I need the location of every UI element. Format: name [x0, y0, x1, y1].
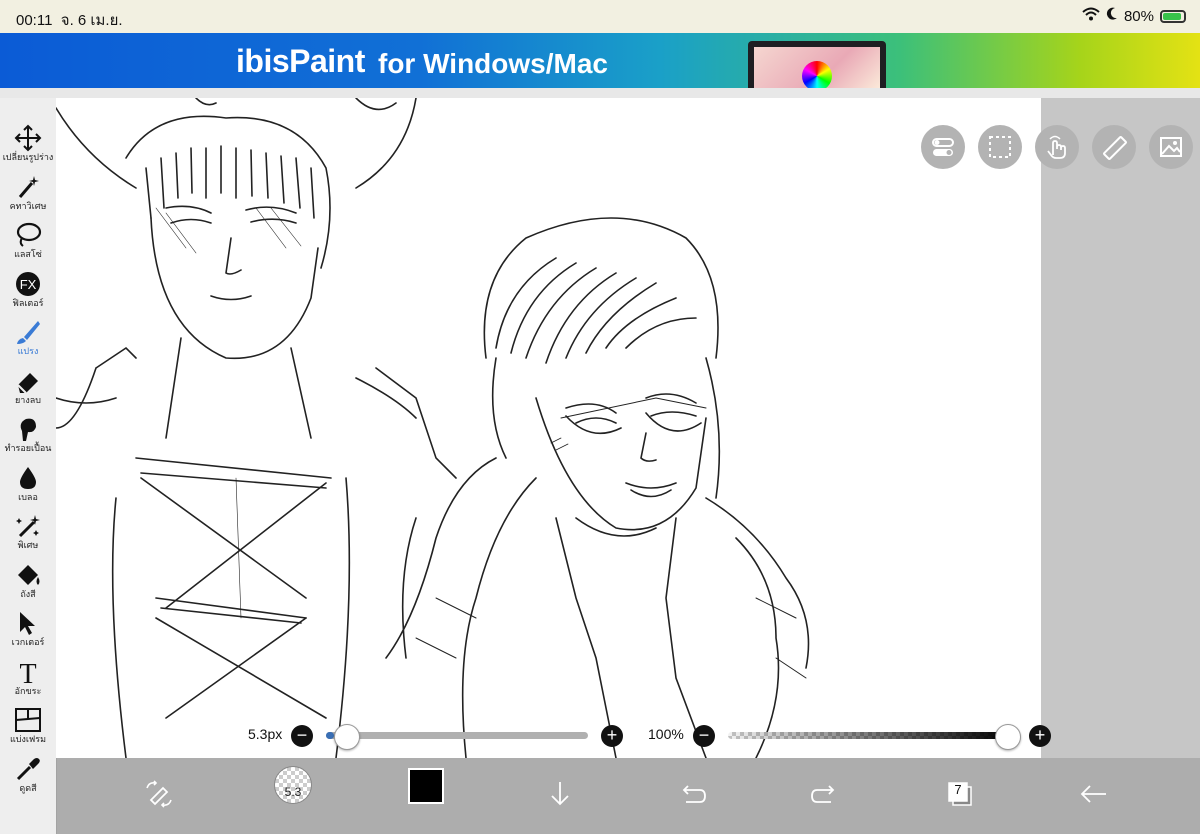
reference-image-button[interactable] — [1149, 125, 1193, 169]
tool-eyedropper[interactable]: ดูดสี — [0, 749, 56, 797]
status-bar: 00:11 จ. 6 เม.ย. 80% — [0, 0, 1200, 33]
tool-label: ทำรอยเปื้อน — [4, 443, 52, 453]
undo-icon — [682, 785, 706, 803]
opacity-decrease-button[interactable]: − — [693, 725, 715, 747]
undo-button[interactable] — [672, 774, 712, 814]
arrow-down-icon — [551, 782, 569, 806]
banner-logo: ibisPaint — [236, 43, 365, 79]
brush-icon — [13, 318, 43, 346]
wifi-icon — [1082, 7, 1100, 25]
blur-drop-icon — [13, 464, 43, 492]
tool-magic-wand[interactable]: คทาวิเศษ — [0, 167, 56, 215]
opacity-increase-button[interactable]: + — [1029, 725, 1051, 747]
tool-label: ฟิลเตอร์ — [12, 297, 44, 308]
tool-label: ดูดสี — [19, 782, 37, 793]
brush-preview-button[interactable]: 5.3 — [274, 766, 312, 804]
tool-label: ถังสี — [20, 588, 36, 599]
banner-promo-image — [748, 41, 886, 88]
eraser-icon — [13, 367, 43, 395]
redo-button[interactable] — [805, 774, 845, 814]
status-time: 00:11 จ. 6 เม.ย. — [16, 12, 123, 29]
toggle-icon — [932, 138, 954, 156]
svg-text:FX: FX — [20, 277, 37, 292]
brush-preview-value: 5.3 — [284, 785, 302, 799]
moon-icon — [1106, 7, 1118, 25]
hand-touch-icon — [1047, 135, 1066, 159]
svg-text:T: T — [19, 659, 36, 686]
import-button[interactable] — [540, 774, 580, 814]
tool-brush[interactable]: แปรง — [0, 312, 56, 360]
arrow-left-icon — [1080, 785, 1106, 803]
tool-label: คทาวิเศษ — [9, 200, 47, 211]
toggle-settings-button[interactable] — [921, 125, 965, 169]
magic-wand-icon — [13, 173, 43, 201]
tool-label: ยางลบ — [15, 394, 41, 405]
lasso-icon — [13, 221, 43, 249]
sparkle-icon — [13, 512, 43, 540]
tool-fx[interactable]: FX ฟิลเตอร์ — [0, 264, 56, 312]
brush-eraser-swap-icon — [146, 780, 172, 808]
layer-count: 7 — [954, 782, 962, 797]
paint-bucket-icon — [13, 561, 43, 589]
ruler-icon — [1103, 136, 1127, 160]
tool-label: เปลี่ยนรูปร่าง — [2, 152, 54, 162]
tool-lasso[interactable]: แลสโซ่ — [0, 215, 56, 263]
tool-label: เบลอ — [18, 491, 38, 502]
opacity-track[interactable] — [728, 732, 1013, 739]
image-icon — [1160, 137, 1182, 157]
text-icon: T — [13, 658, 43, 690]
tool-label: แลสโซ่ — [14, 249, 42, 259]
tool-vector-cursor[interactable]: เวกเตอร์ — [0, 603, 56, 651]
layers-button[interactable]: 7 — [939, 774, 979, 814]
tool-label: พิเศษ — [17, 540, 39, 550]
smudge-icon — [13, 415, 43, 443]
ad-banner[interactable]: ibisPaint for Windows/Mac — [0, 33, 1200, 88]
tool-eraser[interactable]: ยางลบ — [0, 361, 56, 409]
swap-brush-eraser-button[interactable] — [139, 774, 179, 814]
banner-tagline: for Windows/Mac — [378, 48, 608, 79]
ruler-button[interactable] — [1092, 125, 1136, 169]
opacity-label: 100% — [648, 726, 684, 742]
selection-rect-icon — [989, 136, 1011, 158]
tool-label: อักขระ — [14, 685, 42, 696]
battery-icon — [1160, 9, 1186, 23]
tool-label: แปรง — [17, 346, 39, 356]
vector-cursor-icon — [13, 609, 43, 637]
tool-label: เวกเตอร์ — [11, 637, 45, 647]
redo-icon — [811, 785, 835, 803]
canvas-margin-area — [1041, 98, 1200, 758]
tool-move-arrows[interactable]: เปลี่ยนรูปร่าง — [0, 118, 56, 166]
fx-icon: FX — [13, 270, 43, 298]
tool-paint-bucket[interactable]: ถังสี — [0, 555, 56, 603]
eyedropper-icon — [13, 755, 43, 783]
current-color-swatch[interactable] — [408, 768, 444, 804]
bottom-toolbar: 5.3 7 — [56, 758, 1200, 834]
tool-text[interactable]: T อักขระ — [0, 652, 56, 700]
brush-opacity-slider: 100% − + — [0, 722, 1060, 750]
battery-percent: 80% — [1123, 7, 1154, 25]
tool-sparkle[interactable]: พิเศษ — [0, 506, 56, 554]
tool-blur-drop[interactable]: เบลอ — [0, 458, 56, 506]
tool-smudge[interactable]: ทำรอยเปื้อน — [0, 409, 56, 457]
touch-mode-button[interactable] — [1035, 125, 1079, 169]
status-date: จ. 6 เม.ย. — [60, 12, 123, 29]
drawing-canvas[interactable] — [56, 98, 1041, 758]
move-arrows-icon — [13, 124, 43, 152]
opacity-slider-knob[interactable] — [995, 724, 1021, 750]
selection-button[interactable] — [978, 125, 1022, 169]
sketch-artwork — [56, 98, 810, 758]
back-button[interactable] — [1074, 774, 1114, 814]
